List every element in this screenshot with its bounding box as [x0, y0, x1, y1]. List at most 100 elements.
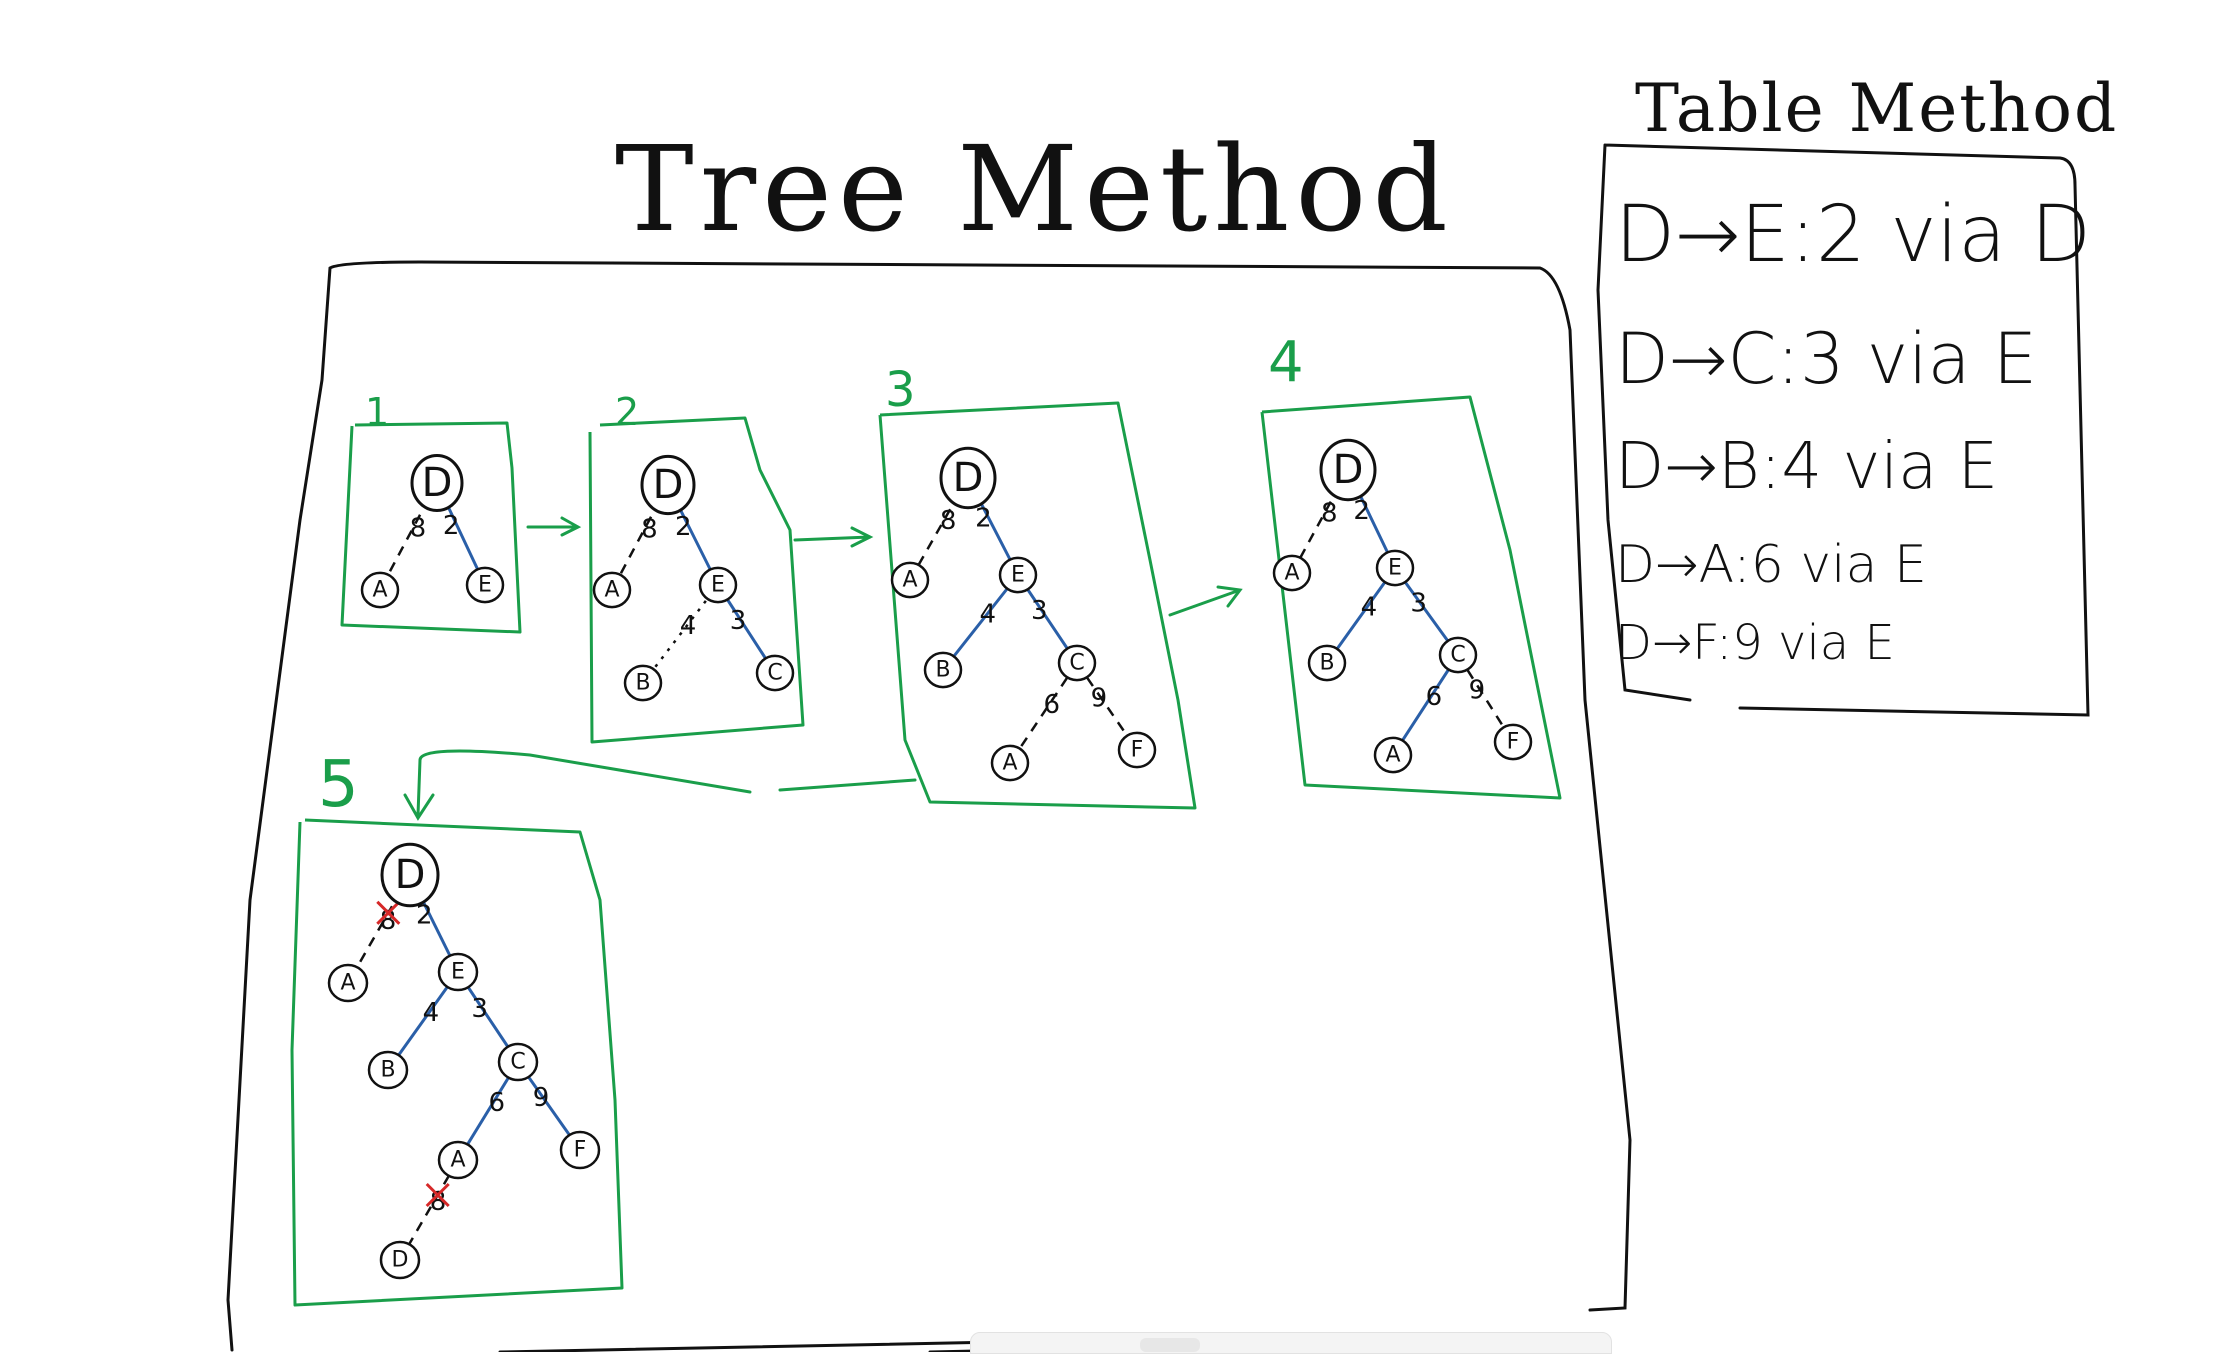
node-label: D	[1333, 447, 1364, 493]
arrow-2-to-3	[793, 526, 874, 548]
node-e: E	[698, 566, 738, 604]
tree-step-4: 8 2 4 3 6 9 D A E B C A F	[1272, 438, 1533, 774]
node-a: A	[327, 963, 369, 1003]
edge-weight-label: 6	[1426, 682, 1443, 712]
edge-weight-label: 2	[675, 512, 692, 542]
node-label: A	[1385, 743, 1400, 768]
step-4-label: 4	[1268, 330, 1304, 395]
node-d: D	[380, 842, 440, 908]
node-label: C	[1450, 643, 1465, 668]
edge-weight-label: 8	[940, 506, 957, 536]
edge-weight-label: 6	[488, 1088, 505, 1118]
table-row-1: D→E:2 via D	[1615, 190, 2091, 280]
node-label: D	[395, 852, 426, 898]
node-e: E	[465, 566, 505, 604]
node-b: B	[923, 651, 963, 689]
node-label: E	[711, 573, 725, 598]
node-label: D	[422, 460, 453, 506]
edge-weight-label: 8	[1321, 499, 1338, 529]
table-row-2: D→C:3 via E	[1615, 318, 2038, 400]
edge-weight-label: 3	[471, 994, 488, 1024]
node-e: E	[1375, 549, 1415, 587]
node-a2: A	[437, 1140, 479, 1180]
node-label: A	[372, 578, 387, 603]
node-label: D	[953, 455, 984, 501]
node-a: A	[592, 571, 632, 609]
trees-layer: 8 2DA E8 24 3DA EB C8 24 36 9DA EB CAF8 24 36 9DA EB CAF…	[327, 438, 1533, 1280]
step-5-frame	[290, 818, 624, 1307]
node-label: E	[478, 573, 492, 598]
node-label: B	[1319, 651, 1334, 676]
node-d: D	[939, 446, 997, 510]
node-label: C	[767, 661, 782, 686]
node-label: F	[574, 1138, 587, 1163]
table-row-3: D→B:4 via E	[1615, 430, 1999, 504]
arrow-1-to-2	[526, 516, 582, 537]
step-2-label: 2	[615, 390, 640, 434]
node-label: B	[635, 671, 650, 696]
node-d: D	[1319, 438, 1377, 502]
node-label: F	[1131, 738, 1144, 763]
node-d2: D	[379, 1240, 421, 1280]
node-e: E	[998, 556, 1038, 594]
node-label: A	[1002, 751, 1017, 776]
node-label: A	[450, 1148, 465, 1173]
node-label: B	[380, 1058, 395, 1083]
node-f: F	[1493, 723, 1533, 761]
edge-weight-label: 3	[1031, 596, 1048, 626]
node-label: D	[653, 462, 684, 508]
edge-weight-label: 3	[730, 606, 747, 636]
edge-weight-label: 2	[1353, 496, 1370, 526]
node-d: D	[410, 454, 464, 512]
node-b: B	[367, 1050, 409, 1090]
edge-weight-label: 4	[1361, 593, 1378, 623]
tree-step-5: 8 24 36 98DA EB CA FD	[327, 842, 601, 1280]
node-label: A	[1284, 561, 1299, 586]
edge-weight-label: 2	[443, 511, 460, 541]
step-3-label: 3	[885, 362, 916, 418]
node-b: B	[623, 664, 663, 702]
table-row-5: D→F:9 via E	[1615, 615, 1895, 671]
edge-weight-label: 9	[533, 1083, 550, 1113]
node-c: C	[755, 654, 795, 692]
node-label: C	[510, 1050, 525, 1075]
node-a: A	[890, 561, 930, 599]
node-a2: A	[990, 744, 1030, 782]
node-b: B	[1307, 644, 1347, 682]
bottom-toolbar[interactable]	[970, 1332, 1612, 1354]
edge-weight-label: 9	[1091, 684, 1108, 714]
toolbar-button[interactable]	[1140, 1338, 1200, 1352]
step-5-label: 5	[318, 748, 359, 822]
node-label: B	[935, 658, 950, 683]
edge-weight-label: 8	[641, 515, 658, 545]
edge-weight-label: 2	[975, 504, 992, 534]
node-label: A	[902, 568, 917, 593]
node-label: E	[1388, 556, 1402, 581]
node-e: E	[437, 952, 479, 992]
node-d: D	[640, 454, 696, 516]
node-f: F	[559, 1130, 601, 1170]
edge-weight-label: 3	[1410, 589, 1427, 619]
step-1-label: 1	[365, 390, 390, 434]
node-f: F	[1117, 731, 1157, 769]
node-label: A	[340, 971, 355, 996]
node-label: F	[1507, 730, 1520, 755]
node-c: C	[1057, 644, 1097, 682]
node-label: D	[392, 1248, 409, 1273]
node-c: C	[1438, 636, 1478, 674]
node-label: C	[1069, 651, 1084, 676]
node-a2: A	[1373, 736, 1413, 774]
edge-weight-label: 9	[1469, 676, 1486, 706]
edge-weight-label: 4	[680, 611, 697, 641]
edge-weight-label: 4	[423, 998, 440, 1028]
node-c: C	[497, 1042, 539, 1082]
arrow-3-to-4	[1168, 585, 1243, 617]
tree-step-1: 8 2 D A E	[360, 454, 505, 609]
table-row-4: D→A:6 via E	[1615, 535, 1927, 595]
arrow-4-to-5	[403, 749, 917, 821]
node-a: A	[1272, 554, 1312, 592]
edge-weight-label: 6	[1044, 690, 1061, 720]
edge-weight-label: 4	[979, 600, 996, 630]
tree-step-2: 8 2 4 3 D A E B C	[592, 454, 795, 702]
edge-weight-label: 8	[410, 514, 427, 544]
